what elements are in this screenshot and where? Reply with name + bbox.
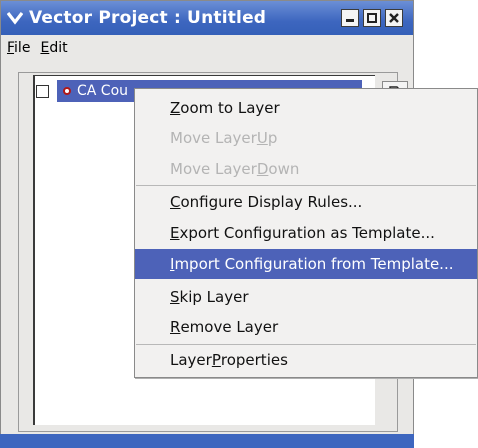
menu-item-text: Move Layer bbox=[170, 129, 257, 147]
menu-item-layer-properties[interactable]: Layer Properties bbox=[135, 345, 477, 375]
menu-item-import-configuration[interactable]: Import Configuration from Template... bbox=[135, 249, 477, 279]
menu-item-text: p bbox=[267, 129, 278, 147]
menu-item-text: own bbox=[268, 160, 300, 178]
menu-item-mnemonic: S bbox=[170, 288, 180, 306]
maximize-button[interactable] bbox=[363, 9, 381, 27]
menu-item-text: Layer bbox=[170, 351, 212, 369]
menu-item-text: xport Configuration as Template... bbox=[179, 224, 435, 242]
maximize-icon bbox=[367, 13, 377, 23]
close-icon bbox=[389, 13, 399, 23]
menu-file-mnemonic: F bbox=[7, 40, 15, 56]
close-button[interactable] bbox=[385, 9, 403, 27]
menu-item-text: onfigure Display Rules... bbox=[180, 193, 363, 211]
menu-item-text: kip Layer bbox=[179, 288, 249, 306]
menu-item-text: emove Layer bbox=[180, 318, 279, 336]
menu-item-skip-layer[interactable]: Skip Layer bbox=[135, 282, 477, 312]
menu-file[interactable]: File bbox=[7, 40, 30, 56]
menu-item-move-layer-up[interactable]: Move Layer Up bbox=[135, 123, 477, 153]
minimize-icon bbox=[346, 19, 354, 22]
menu-item-move-layer-down[interactable]: Move Layer Down bbox=[135, 154, 477, 184]
menu-item-export-configuration[interactable]: Export Configuration as Template... bbox=[135, 218, 477, 248]
menu-item-text: mport Configuration from Template... bbox=[174, 255, 454, 273]
menu-item-mnemonic: R bbox=[170, 318, 181, 336]
menu-edit-label: dit bbox=[49, 40, 68, 56]
menu-separator bbox=[136, 185, 476, 186]
menu-bar: File Edit bbox=[1, 35, 413, 61]
layer-visibility-checkbox[interactable] bbox=[36, 84, 49, 98]
menu-file-label: ile bbox=[14, 40, 31, 56]
menu-edit[interactable]: Edit bbox=[40, 40, 67, 56]
menu-item-mnemonic: C bbox=[170, 193, 181, 211]
title-bar[interactable]: Vector Project : Untitled bbox=[1, 1, 413, 35]
menu-item-text: roperties bbox=[220, 351, 288, 369]
bottom-edge bbox=[0, 434, 414, 448]
menu-item-mnemonic: E bbox=[170, 224, 180, 242]
layer-context-menu: Zoom to Layer Move Layer Up Move Layer D… bbox=[134, 88, 478, 378]
layer-dot-icon bbox=[63, 87, 71, 95]
menu-item-mnemonic: D bbox=[256, 160, 269, 178]
layer-name: CA Cou bbox=[77, 83, 129, 99]
chevron-down-icon[interactable] bbox=[5, 8, 25, 28]
menu-item-configure-display-rules[interactable]: Configure Display Rules... bbox=[135, 187, 477, 217]
menu-item-mnemonic: P bbox=[211, 351, 221, 369]
menu-item-text: Move Layer bbox=[170, 160, 257, 178]
minimize-button[interactable] bbox=[341, 9, 359, 27]
menu-item-mnemonic: Z bbox=[170, 99, 181, 117]
menu-item-zoom-to-layer[interactable]: Zoom to Layer bbox=[135, 93, 477, 123]
menu-item-remove-layer[interactable]: Remove Layer bbox=[135, 312, 477, 342]
window-title: Vector Project : Untitled bbox=[29, 8, 267, 28]
menu-edit-mnemonic: E bbox=[40, 40, 50, 56]
menu-item-text: oom to Layer bbox=[180, 99, 280, 117]
menu-item-mnemonic: U bbox=[256, 129, 268, 147]
